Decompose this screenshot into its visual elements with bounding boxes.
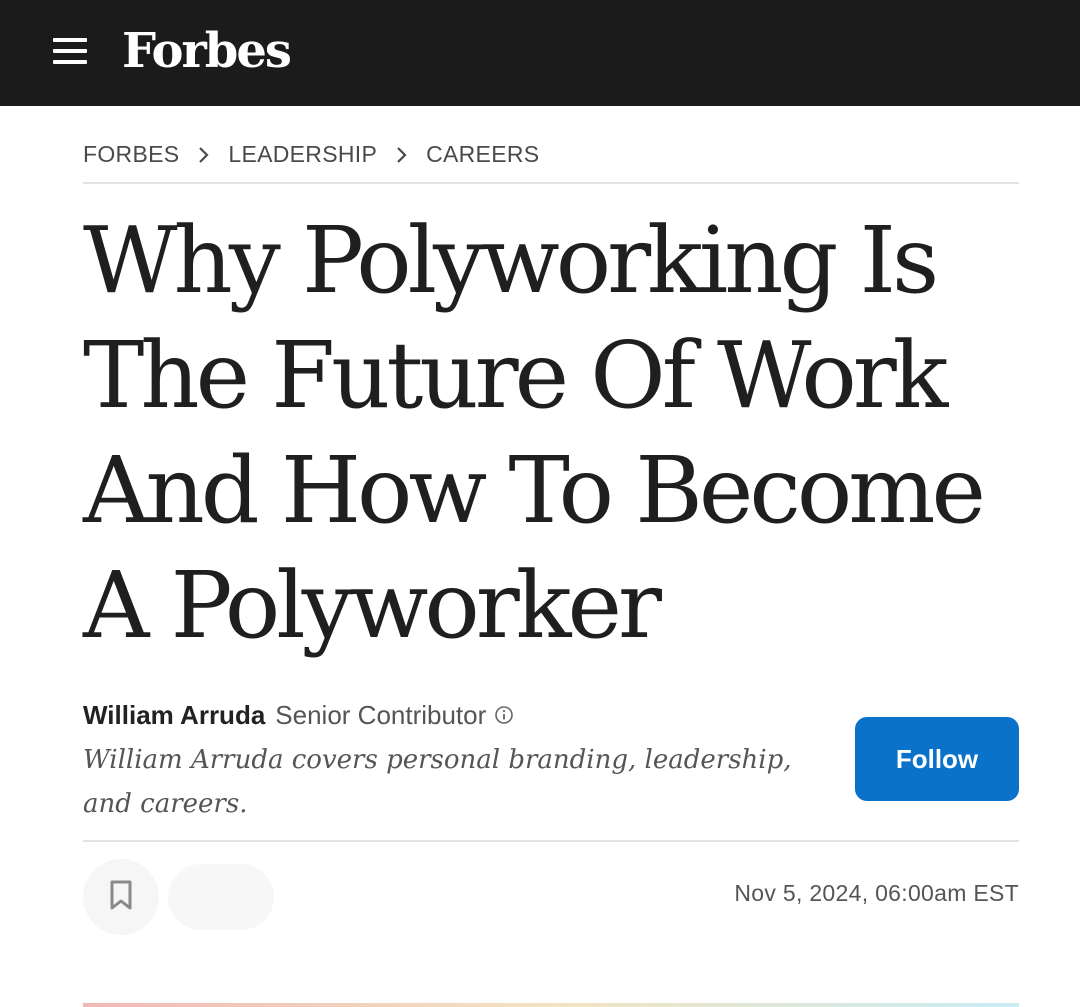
info-icon[interactable] xyxy=(494,705,514,725)
decorative-gradient-strip xyxy=(83,1003,1019,1007)
menu-line xyxy=(53,60,87,64)
forbes-logo[interactable]: Forbes xyxy=(122,16,292,86)
breadcrumb-item-leadership[interactable]: LEADERSHIP xyxy=(228,141,377,168)
chevron-right-icon xyxy=(377,141,426,168)
chevron-right-icon xyxy=(179,141,228,168)
follow-button[interactable]: Follow xyxy=(855,717,1019,801)
menu-line xyxy=(53,38,87,42)
breadcrumb: FORBES LEADERSHIP CAREERS xyxy=(83,138,539,170)
save-article-button[interactable] xyxy=(83,859,159,935)
author-role: Senior Contributor xyxy=(275,699,487,730)
share-button[interactable] xyxy=(168,864,274,930)
hamburger-menu-icon[interactable] xyxy=(53,38,87,64)
divider xyxy=(83,182,1019,184)
author-bio: William Arruda covers personal branding,… xyxy=(83,745,792,819)
top-nav-bar: Forbes xyxy=(0,0,1080,106)
divider xyxy=(83,840,1019,842)
author-byline: William Arruda Senior Contributor xyxy=(83,698,514,732)
author-name[interactable]: William Arruda xyxy=(83,700,265,731)
breadcrumb-item-forbes[interactable]: FORBES xyxy=(83,141,179,168)
breadcrumb-item-careers[interactable]: CAREERS xyxy=(426,141,539,168)
menu-line xyxy=(53,49,87,53)
bookmark-icon xyxy=(108,879,134,916)
article-headline: Why Polyworking Is The Future Of Work An… xyxy=(83,207,986,659)
publish-date: Nov 5, 2024, 06:00am EST xyxy=(734,880,1019,906)
